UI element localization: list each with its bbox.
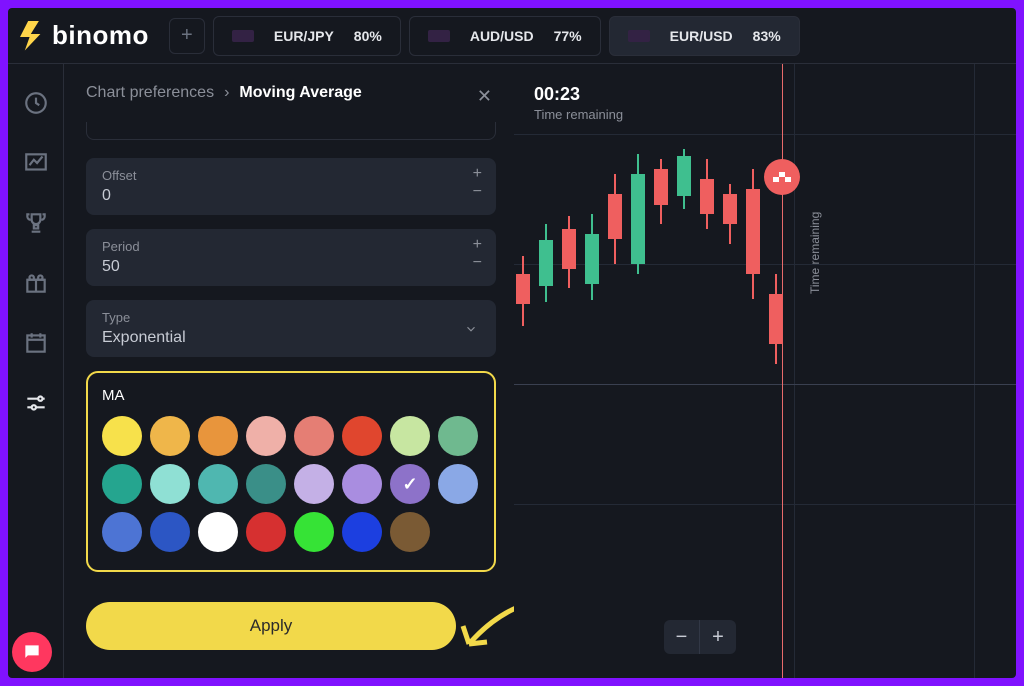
color-swatch[interactable] — [294, 464, 334, 504]
chevron-down-icon — [464, 322, 478, 336]
chart-area[interactable]: 00:23 Time remaining Time remaining − + — [514, 64, 1016, 678]
zoom-controls: − + — [664, 620, 736, 654]
color-swatch[interactable] — [390, 512, 430, 552]
timer-label: Time remaining — [534, 107, 623, 122]
flag-icon — [232, 30, 254, 42]
period-field[interactable]: Period 50 + − — [86, 229, 496, 286]
pair-label: EUR/USD — [670, 28, 733, 44]
expiry-marker-icon — [764, 159, 800, 195]
chart-preferences-panel: Chart preferences › Moving Average ✕ Off… — [64, 64, 514, 678]
type-dropdown[interactable]: Type Exponential — [86, 300, 496, 357]
color-swatch[interactable] — [102, 464, 142, 504]
field-value: 50 — [102, 258, 480, 276]
color-picker-box: MA — [86, 371, 496, 572]
sliders-icon[interactable] — [23, 390, 49, 416]
color-swatch[interactable] — [246, 512, 286, 552]
color-swatch[interactable] — [390, 416, 430, 456]
topbar: binomo + EUR/JPY 80% AUD/USD 77% EUR/USD… — [8, 8, 1016, 64]
color-swatch[interactable] — [150, 512, 190, 552]
breadcrumb-parent[interactable]: Chart preferences — [86, 84, 214, 102]
annotation-arrow-icon — [454, 594, 514, 654]
color-swatch[interactable] — [294, 512, 334, 552]
color-swatch[interactable] — [246, 464, 286, 504]
offset-field[interactable]: Offset 0 + − — [86, 158, 496, 215]
field-label: Period — [102, 239, 480, 254]
color-swatch[interactable] — [102, 416, 142, 456]
color-swatch[interactable] — [150, 416, 190, 456]
color-swatch[interactable] — [342, 464, 382, 504]
field-value: 0 — [102, 187, 480, 205]
field-label: Type — [102, 310, 480, 325]
color-swatch[interactable] — [198, 464, 238, 504]
step-down-icon[interactable]: − — [473, 257, 482, 269]
step-up-icon[interactable]: + — [473, 168, 482, 180]
pair-pct: 80% — [354, 28, 382, 44]
tab-audusd[interactable]: AUD/USD 77% — [409, 16, 601, 56]
field-value: Exponential — [102, 329, 480, 347]
add-tab-button[interactable]: + — [169, 18, 205, 54]
color-swatch[interactable] — [390, 464, 430, 504]
stepper[interactable]: + − — [473, 168, 482, 198]
logo-icon — [20, 21, 44, 51]
stepper[interactable]: + − — [473, 239, 482, 269]
chat-button[interactable] — [12, 632, 52, 672]
breadcrumb: Chart preferences › Moving Average — [86, 84, 496, 102]
flag-icon — [628, 30, 650, 42]
pair-label: AUD/USD — [470, 28, 534, 44]
breadcrumb-current: Moving Average — [239, 84, 361, 102]
gift-icon[interactable] — [23, 270, 49, 296]
color-swatch[interactable] — [198, 416, 238, 456]
color-swatch[interactable] — [342, 416, 382, 456]
pair-pct: 83% — [753, 28, 781, 44]
chevron-right-icon: › — [224, 84, 229, 102]
flag-icon — [428, 30, 450, 42]
color-swatch[interactable] — [198, 512, 238, 552]
timer-value: 00:23 — [534, 84, 996, 105]
trophy-icon[interactable] — [23, 210, 49, 236]
expiry-line — [782, 64, 783, 678]
zoom-out-button[interactable]: − — [664, 620, 700, 654]
zoom-in-button[interactable]: + — [700, 620, 736, 654]
flag-pattern-icon — [773, 172, 791, 182]
tab-eurusd[interactable]: EUR/USD 83% — [609, 16, 800, 56]
color-swatches — [102, 416, 480, 552]
color-swatch[interactable] — [438, 464, 478, 504]
time-remaining-vertical: Time remaining — [808, 212, 822, 294]
field-label: Offset — [102, 168, 480, 183]
color-title: MA — [102, 387, 480, 404]
calendar-icon[interactable] — [23, 330, 49, 356]
step-up-icon[interactable]: + — [473, 239, 482, 251]
timer: 00:23 Time remaining — [534, 84, 996, 122]
tab-eurjpy[interactable]: EUR/JPY 80% — [213, 16, 401, 56]
brand-logo: binomo — [20, 20, 149, 51]
price-line — [514, 384, 1016, 385]
close-icon[interactable]: ✕ — [477, 86, 492, 107]
step-down-icon[interactable]: − — [473, 186, 482, 198]
clock-icon[interactable] — [23, 90, 49, 116]
pair-label: EUR/JPY — [274, 28, 334, 44]
color-swatch[interactable] — [342, 512, 382, 552]
apply-button[interactable]: Apply — [86, 602, 456, 650]
color-swatch[interactable] — [102, 512, 142, 552]
color-swatch[interactable] — [150, 464, 190, 504]
chart-icon[interactable] — [23, 150, 49, 176]
collapsed-field — [86, 122, 496, 140]
color-swatch[interactable] — [246, 416, 286, 456]
color-swatch[interactable] — [294, 416, 334, 456]
pair-pct: 77% — [554, 28, 582, 44]
brand-name: binomo — [52, 20, 149, 51]
chat-icon — [22, 642, 42, 662]
color-swatch[interactable] — [438, 416, 478, 456]
side-nav — [8, 64, 64, 678]
